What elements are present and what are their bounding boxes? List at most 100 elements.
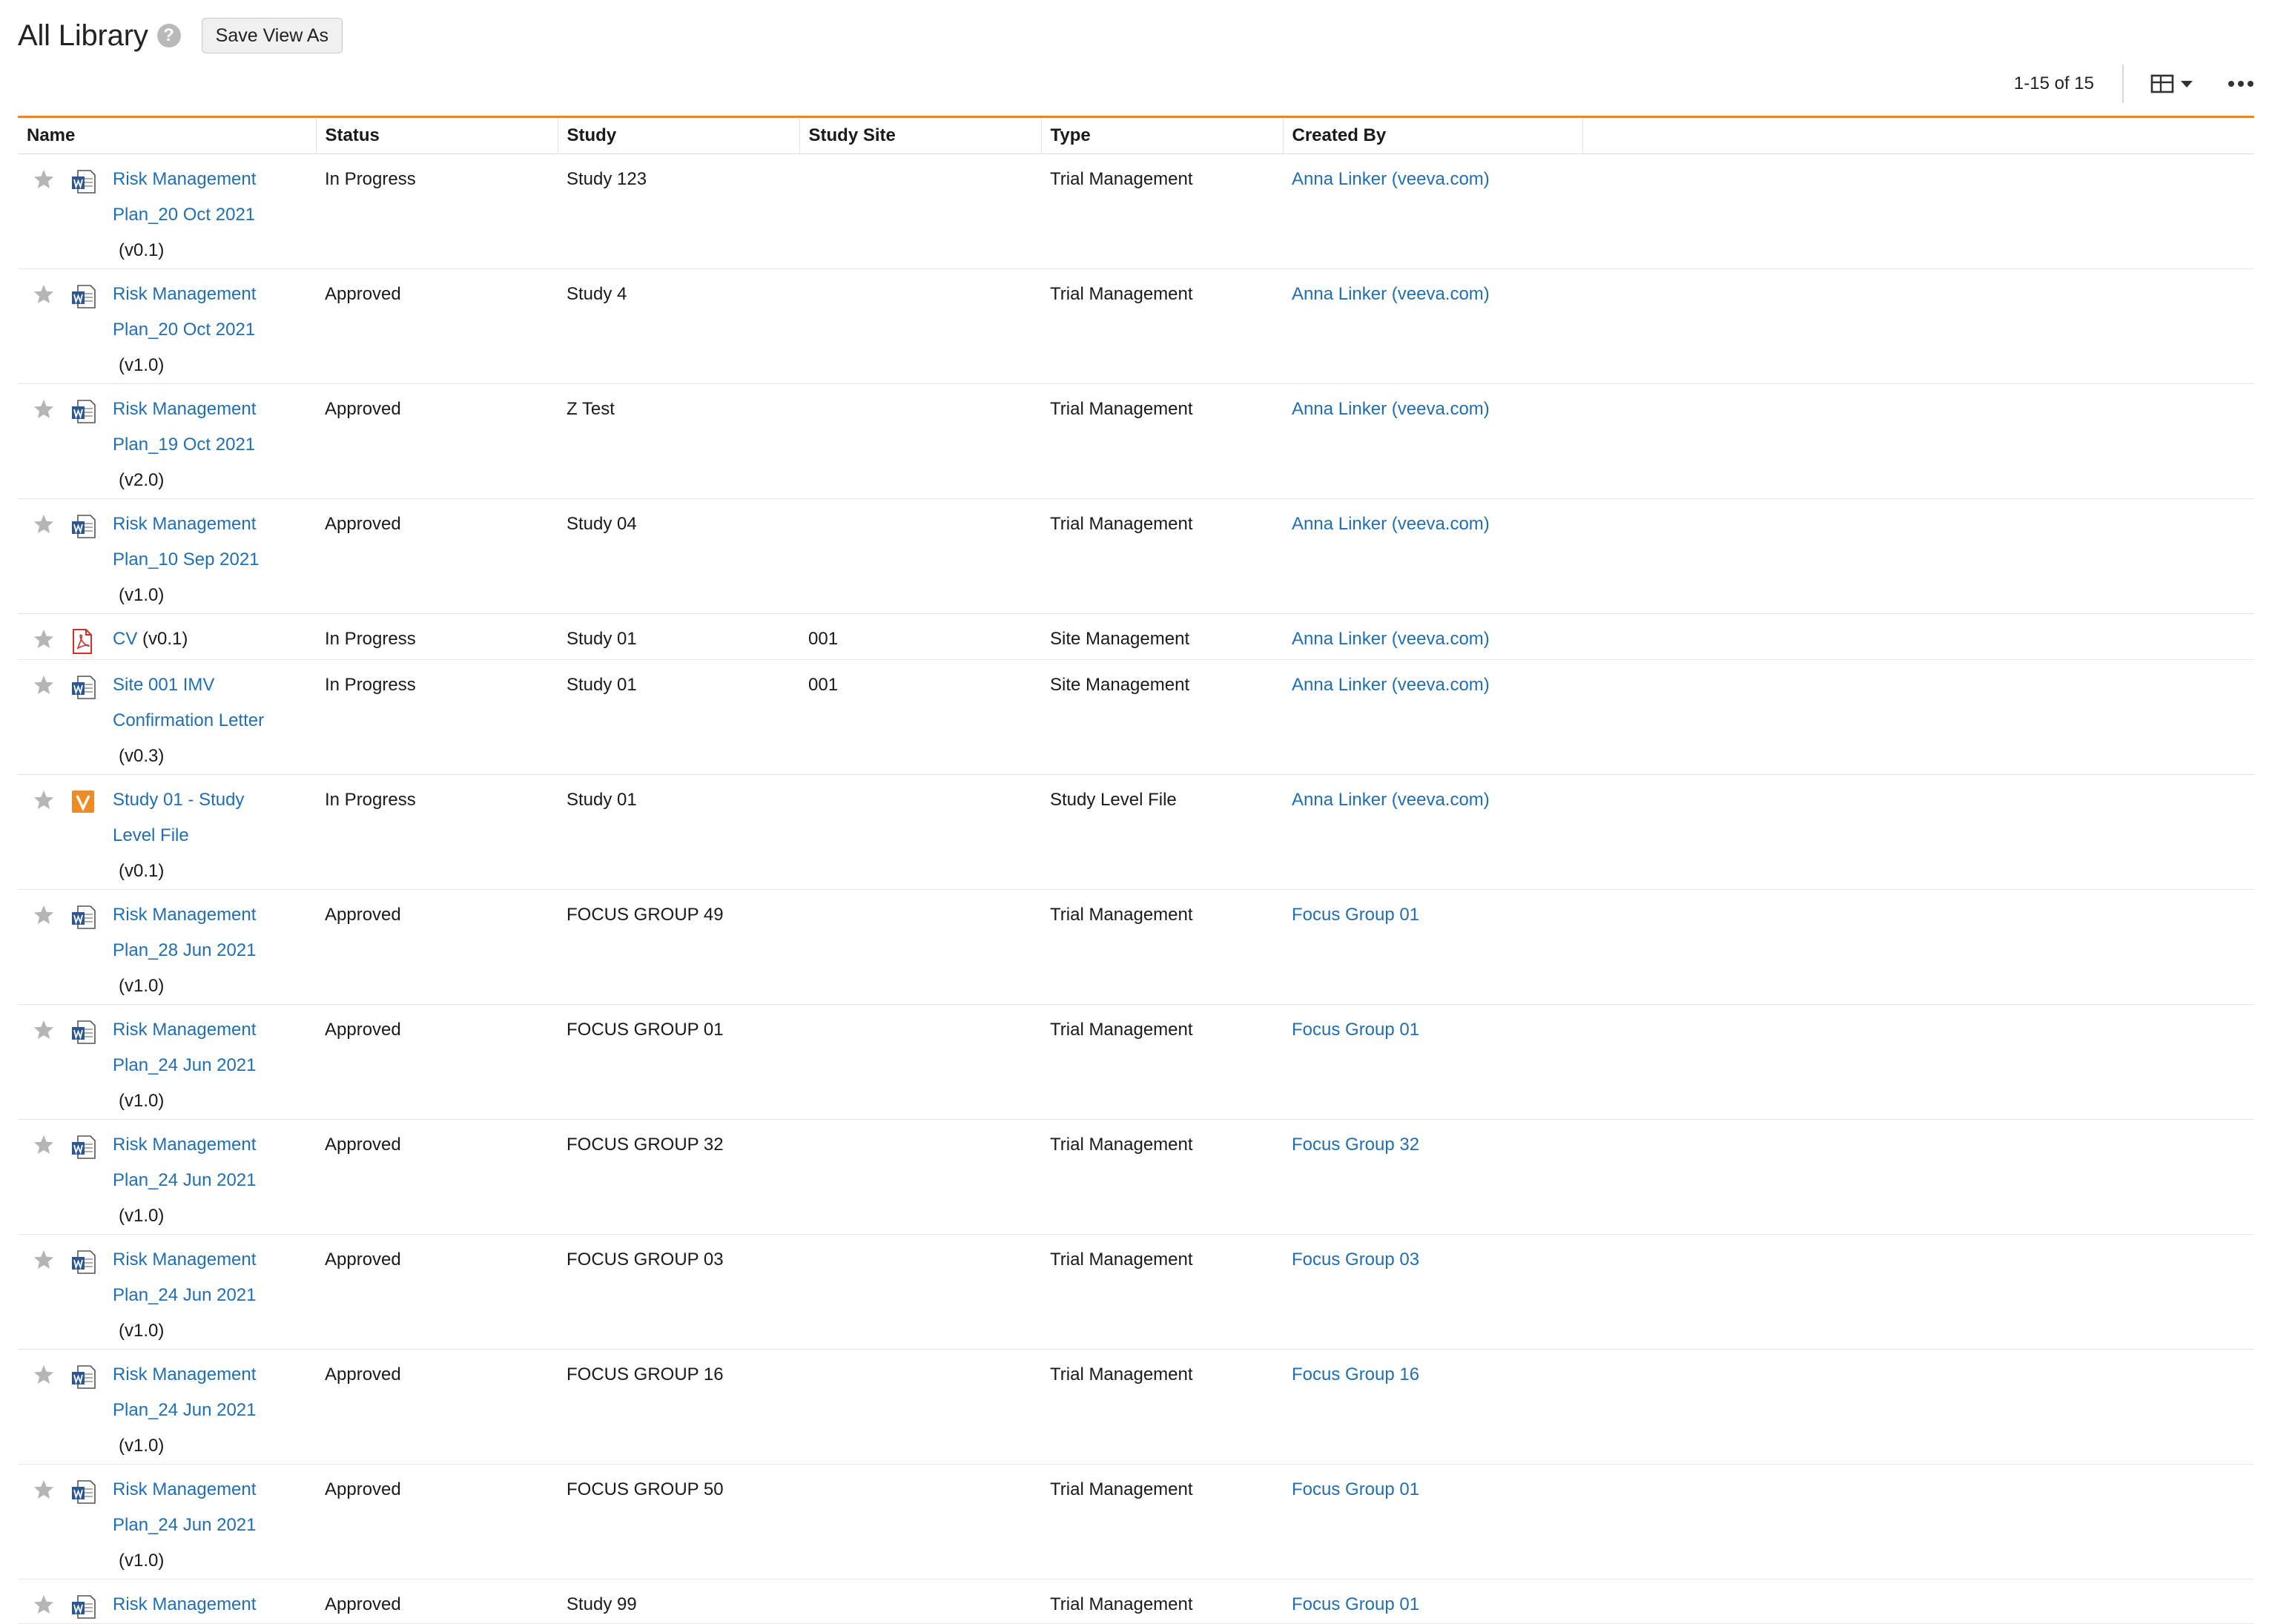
pdf-icon	[71, 628, 98, 658]
cell-created-by: Focus Group 01	[1283, 1004, 1582, 1120]
document-link[interactable]: Risk Management	[113, 1594, 256, 1614]
cell-type: Study Level File	[1041, 774, 1283, 890]
document-link[interactable]: CV	[113, 629, 137, 649]
column-header-status[interactable]: Status	[316, 118, 558, 154]
created-by-link[interactable]: Focus Group 01	[1292, 905, 1419, 925]
document-name: Risk Management Plan_24 Jun 2021 (v1.0)	[113, 1357, 257, 1464]
cell-study-site: 001	[799, 613, 1041, 660]
created-by-link[interactable]: Focus Group 32	[1292, 1135, 1419, 1155]
favorite-star-icon[interactable]	[33, 283, 58, 383]
table-row[interactable]: Risk Management Plan_28 Jun 2021 (v1.0) App…	[18, 889, 2254, 1005]
save-view-as-button[interactable]: Save View As	[201, 18, 343, 53]
table-row[interactable]: Risk Management Plan_10 Sep 2021 (v1.0) App…	[18, 498, 2254, 614]
created-by-link[interactable]: Anna Linker (veeva.com)	[1292, 169, 1490, 189]
table-row[interactable]: Risk Management Plan_24 Jun 2021 (v1.0) App…	[18, 1349, 2254, 1465]
created-by-link[interactable]: Focus Group 01	[1292, 1479, 1419, 1499]
cell-name: Risk Management Plan_20 Oct 2021 (v1.0)	[18, 268, 316, 384]
table-row[interactable]: Study 01 - Study Level File (v0.1) In Progr…	[18, 774, 2254, 890]
word-doc-icon	[71, 1135, 98, 1234]
created-by-link[interactable]: Anna Linker (veeva.com)	[1292, 284, 1490, 304]
cell-type: Trial Management	[1041, 1119, 1283, 1235]
table-row[interactable]: Risk Management Approved Study 99 Trial Man…	[18, 1579, 2254, 1624]
favorite-star-icon[interactable]	[33, 1019, 58, 1119]
created-by-link[interactable]: Focus Group 01	[1292, 1020, 1419, 1040]
cell-empty	[1582, 659, 2254, 775]
table-row[interactable]: Risk Management Plan_20 Oct 2021 (v0.1) In …	[18, 154, 2254, 269]
document-link[interactable]: Site 001 IMV Confirmation Letter	[113, 675, 264, 730]
column-header-name[interactable]: Name	[18, 118, 317, 154]
table-row[interactable]: CV (v0.1) In Progress Study 01 001 Site Mana…	[18, 613, 2254, 660]
created-by-link[interactable]: Focus Group 16	[1292, 1364, 1419, 1384]
created-by-link[interactable]: Focus Group 01	[1292, 1594, 1419, 1614]
cell-created-by: Anna Linker (veeva.com)	[1283, 268, 1582, 384]
more-icon	[2228, 81, 2253, 87]
column-header-type[interactable]: Type	[1041, 118, 1284, 154]
favorite-star-icon[interactable]	[33, 904, 58, 1004]
created-by-link[interactable]: Anna Linker (veeva.com)	[1292, 790, 1490, 810]
document-link[interactable]: Risk Management Plan_24 Jun 2021	[113, 1364, 257, 1420]
help-icon[interactable]: ?	[156, 24, 181, 47]
cell-created-by: Focus Group 01	[1283, 1579, 1582, 1624]
table-row[interactable]: Risk Management Plan_24 Jun 2021 (v1.0) App…	[18, 1234, 2254, 1350]
column-header-study-site[interactable]: Study Site	[799, 118, 1042, 154]
cell-type: Trial Management	[1041, 1349, 1283, 1465]
favorite-star-icon[interactable]	[33, 513, 58, 613]
column-header-study[interactable]: Study	[558, 118, 800, 154]
cell-empty	[1582, 1579, 2254, 1624]
created-by-link[interactable]: Anna Linker (veeva.com)	[1292, 514, 1490, 534]
document-version: (v1.0)	[119, 1205, 165, 1226]
document-link[interactable]: Risk Management Plan_10 Sep 2021	[113, 514, 260, 570]
document-link[interactable]: Study 01 - Study Level File	[113, 790, 244, 845]
table-row[interactable]: Risk Management Plan_24 Jun 2021 (v1.0) App…	[18, 1004, 2254, 1120]
cell-empty	[1582, 154, 2254, 269]
favorite-star-icon[interactable]	[33, 168, 58, 268]
document-name: Risk Management Plan_24 Jun 2021 (v1.0)	[113, 1127, 257, 1234]
column-header-created-by[interactable]: Created By	[1283, 118, 1583, 154]
document-link[interactable]: Risk Management Plan_28 Jun 2021	[113, 905, 257, 960]
created-by-link[interactable]: Anna Linker (veeva.com)	[1292, 675, 1490, 695]
favorite-star-icon[interactable]	[33, 1134, 58, 1234]
cell-type: Trial Management	[1041, 268, 1283, 384]
cell-type: Site Management	[1041, 613, 1283, 660]
document-link[interactable]: Risk Management Plan_24 Jun 2021	[113, 1479, 257, 1535]
document-link[interactable]: Risk Management Plan_24 Jun 2021	[113, 1250, 257, 1305]
document-link[interactable]: Risk Management Plan_19 Oct 2021	[113, 399, 256, 455]
document-version: (v1.0)	[119, 354, 165, 375]
document-link[interactable]: Risk Management Plan_20 Oct 2021	[113, 284, 256, 340]
more-actions-button[interactable]	[2228, 80, 2254, 88]
favorite-star-icon[interactable]	[33, 1479, 58, 1579]
cell-study-site	[799, 1464, 1041, 1580]
word-doc-icon	[71, 675, 98, 774]
cell-name: CV (v0.1)	[18, 613, 316, 660]
table-row[interactable]: Risk Management Plan_20 Oct 2021 (v1.0) App…	[18, 268, 2254, 384]
favorite-star-icon[interactable]	[33, 674, 58, 774]
grid-view-button[interactable]	[2150, 73, 2195, 94]
favorite-star-icon[interactable]	[33, 1364, 58, 1464]
document-link[interactable]: Risk Management Plan_24 Jun 2021	[113, 1020, 257, 1075]
cell-study: FOCUS GROUP 16	[558, 1349, 799, 1465]
cell-study: FOCUS GROUP 32	[558, 1119, 799, 1235]
cell-study-site	[799, 498, 1041, 614]
favorite-star-icon[interactable]	[33, 1594, 58, 1623]
cell-status: In Progress	[316, 613, 558, 660]
cell-created-by: Anna Linker (veeva.com)	[1283, 613, 1582, 660]
cell-study-site	[799, 1349, 1041, 1465]
favorite-star-icon[interactable]	[33, 398, 58, 498]
favorite-star-icon[interactable]	[33, 628, 58, 658]
favorite-star-icon[interactable]	[33, 1249, 58, 1349]
created-by-link[interactable]: Focus Group 03	[1292, 1250, 1419, 1270]
table-row[interactable]: Risk Management Plan_24 Jun 2021 (v1.0) App…	[18, 1464, 2254, 1580]
word-doc-icon	[71, 1020, 98, 1119]
table-row[interactable]: Site 001 IMV Confirmation Letter (v0.3) In …	[18, 659, 2254, 775]
document-name: Risk Management Plan_19 Oct 2021 (v2.0)	[113, 392, 256, 498]
table-row[interactable]: Risk Management Plan_24 Jun 2021 (v1.0) App…	[18, 1119, 2254, 1235]
document-name: CV (v0.1)	[113, 621, 188, 658]
document-link[interactable]: Risk Management Plan_20 Oct 2021	[113, 169, 256, 225]
cell-status: Approved	[316, 1234, 558, 1350]
document-link[interactable]: Risk Management Plan_24 Jun 2021	[113, 1135, 257, 1190]
favorite-star-icon[interactable]	[33, 789, 58, 889]
created-by-link[interactable]: Anna Linker (veeva.com)	[1292, 399, 1490, 419]
created-by-link[interactable]: Anna Linker (veeva.com)	[1292, 629, 1490, 649]
cell-empty	[1582, 1464, 2254, 1580]
table-row[interactable]: Risk Management Plan_19 Oct 2021 (v2.0) App…	[18, 383, 2254, 499]
